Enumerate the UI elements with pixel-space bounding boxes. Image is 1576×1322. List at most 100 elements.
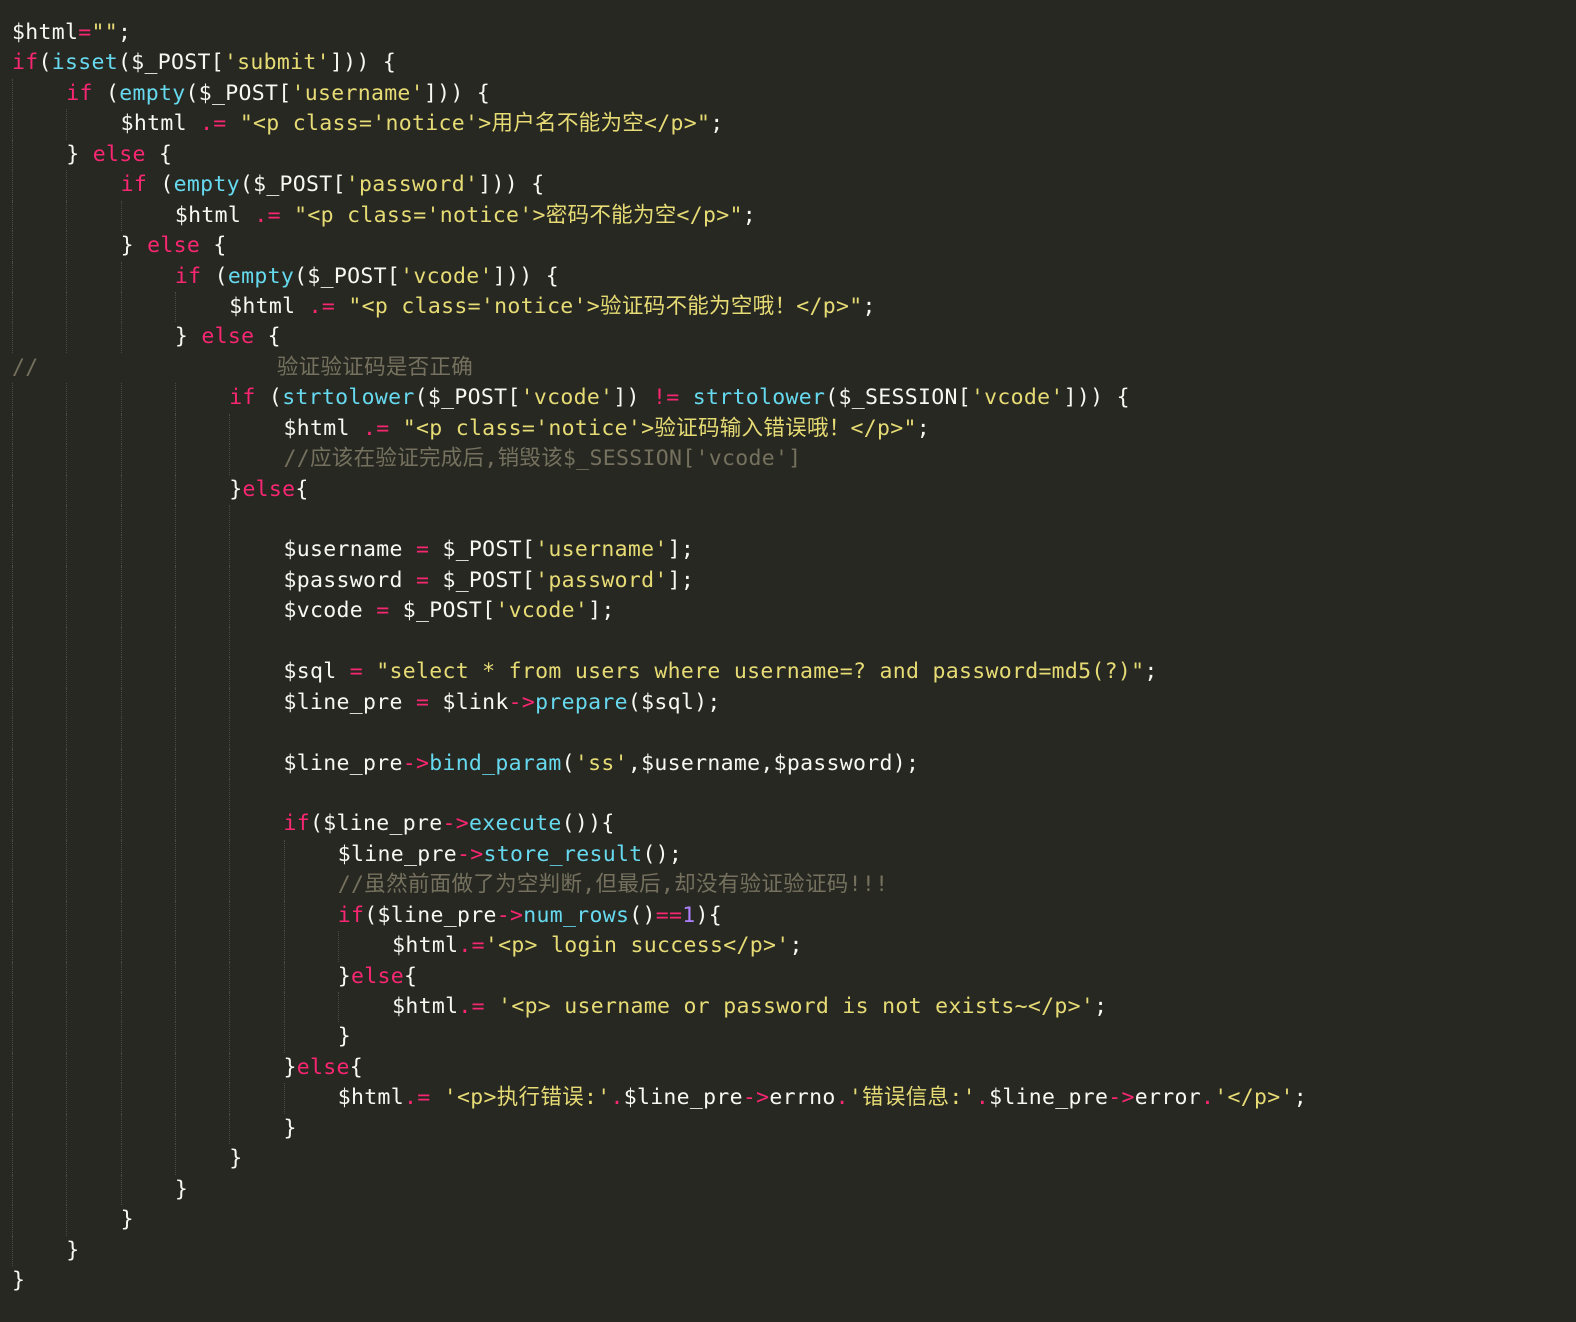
- indent-guide: [120, 261, 122, 292]
- indent-guide: [120, 200, 122, 232]
- code-token-str: "<p class='notice'>验证码不能为空哦！</p>": [348, 293, 863, 319]
- indent-guide: [66, 931, 68, 962]
- code-token-kw: else: [147, 233, 201, 259]
- code-line-content: }: [338, 1022, 351, 1052]
- code-token-plain: ])) {: [478, 172, 545, 198]
- code-token-kw: if: [12, 50, 39, 76]
- code-token-plain: }: [66, 141, 93, 167]
- code-line-content: $html .= "<p class='notice'>用户名不能为空</p>"…: [121, 109, 724, 139]
- code-token-plain: }: [229, 476, 243, 502]
- indent-guide: [12, 718, 13, 749]
- indent-guide: [12, 261, 13, 292]
- indent-guide: [120, 413, 122, 445]
- indent-guide: [174, 1113, 176, 1145]
- indent-guide: [66, 626, 68, 658]
- code-token-plain: }: [120, 1207, 134, 1233]
- indent-guide: [12, 1144, 13, 1175]
- indent-guide: [120, 992, 122, 1023]
- code-token-plain: ($line_pre: [310, 811, 443, 837]
- indent-guide: [66, 809, 68, 840]
- code-token-plain: $line_pre: [337, 841, 457, 867]
- code-token-op: =: [349, 659, 363, 685]
- code-token-plain: ])) {: [492, 263, 560, 289]
- indent-guide: [120, 626, 122, 658]
- code-token-op: .: [975, 1085, 990, 1111]
- code-token-plain: }: [120, 233, 148, 259]
- code-token-plain: ])) {: [329, 50, 397, 76]
- code-token-plain: $html: [392, 933, 459, 959]
- code-token-op: =: [415, 567, 430, 593]
- indent-guide: [66, 444, 68, 475]
- indent-guide: [120, 1022, 122, 1053]
- code-token-op: ->: [402, 750, 430, 776]
- indent-guide: [229, 839, 231, 871]
- code-token-plain: {: [200, 233, 227, 259]
- indent-guide: [12, 444, 13, 475]
- code-token-op: =: [78, 20, 92, 45]
- code-token-op: =: [415, 537, 430, 563]
- code-token-plain: ($line_pre: [364, 902, 497, 928]
- code-token-op: .: [1201, 1085, 1215, 1111]
- indent-guide: [229, 444, 231, 475]
- indent-guide: [229, 748, 231, 779]
- indent-guide: [66, 992, 68, 1023]
- code-line-content: } else {: [175, 322, 281, 352]
- code-token-fn: execute: [468, 811, 562, 837]
- code-token-plain: (): [629, 902, 656, 928]
- indent-guide: [174, 839, 176, 871]
- code-token-plain: $vcode: [283, 598, 377, 624]
- code-line-content: $line_pre->store_result();: [338, 840, 682, 870]
- indent-guide: [12, 200, 13, 232]
- code-line-content: }: [175, 1175, 188, 1205]
- code-token-plain: ];: [667, 537, 695, 563]
- indent-guide: [120, 322, 122, 353]
- indent-guide: [174, 535, 176, 566]
- indent-guide: [12, 291, 13, 323]
- indent-guide: [174, 474, 176, 505]
- code-token-plain: ();: [642, 841, 683, 867]
- code-token-plain: ])) {: [1063, 385, 1130, 411]
- indent-guide: [283, 1083, 285, 1114]
- code-editor[interactable]: $html=""; if(isset($_POST['submit'])) {if…: [0, 0, 1576, 1322]
- indent-guide: [229, 870, 231, 901]
- code-token-op: !=: [653, 385, 680, 411]
- indent-guide: [120, 596, 122, 627]
- code-token-plain: $html: [337, 1085, 405, 1111]
- code-token-plain: (: [561, 750, 575, 776]
- code-token-fn: empty: [173, 172, 240, 198]
- code-token-plain: $line_pre: [989, 1085, 1109, 1111]
- code-token-plain: $html: [229, 293, 309, 319]
- code-token-str: '<p> username or password is not exists~…: [498, 994, 1095, 1019]
- indent-guide: [12, 413, 13, 445]
- indent-guide: [12, 1113, 13, 1145]
- indent-guide: [120, 839, 122, 871]
- indent-guide: [174, 505, 176, 536]
- indent-guide: [12, 505, 13, 536]
- code-line-content: if(isset($_POST['submit'])) {: [12, 48, 396, 78]
- code-token-plain: $link: [429, 689, 509, 715]
- indent-guide: [120, 1083, 122, 1114]
- indent-guide: [12, 1205, 13, 1236]
- code-token-plain: $_POST[: [429, 537, 536, 563]
- code-token-plain: ($_POST[: [185, 80, 292, 106]
- indent-guide: [120, 931, 122, 962]
- indent-guide: [66, 170, 68, 201]
- code-token-plain: ($_POST[: [117, 50, 224, 76]
- code-line-content: }: [229, 1144, 242, 1174]
- code-token-plain: (: [147, 172, 174, 198]
- code-token-plain: ;: [117, 20, 132, 45]
- code-token-plain: }: [12, 1267, 26, 1293]
- code-line-content: }: [66, 1236, 79, 1266]
- indent-guide: [174, 596, 176, 627]
- indent-guide: [66, 1052, 68, 1084]
- indent-guide: [229, 992, 231, 1023]
- indent-guide: [66, 413, 68, 445]
- indent-guide: [66, 383, 68, 414]
- indent-guide: [229, 778, 231, 810]
- code-token-str: '<p> login success</p>': [484, 933, 790, 959]
- code-token-str: 'vcode': [520, 385, 614, 411]
